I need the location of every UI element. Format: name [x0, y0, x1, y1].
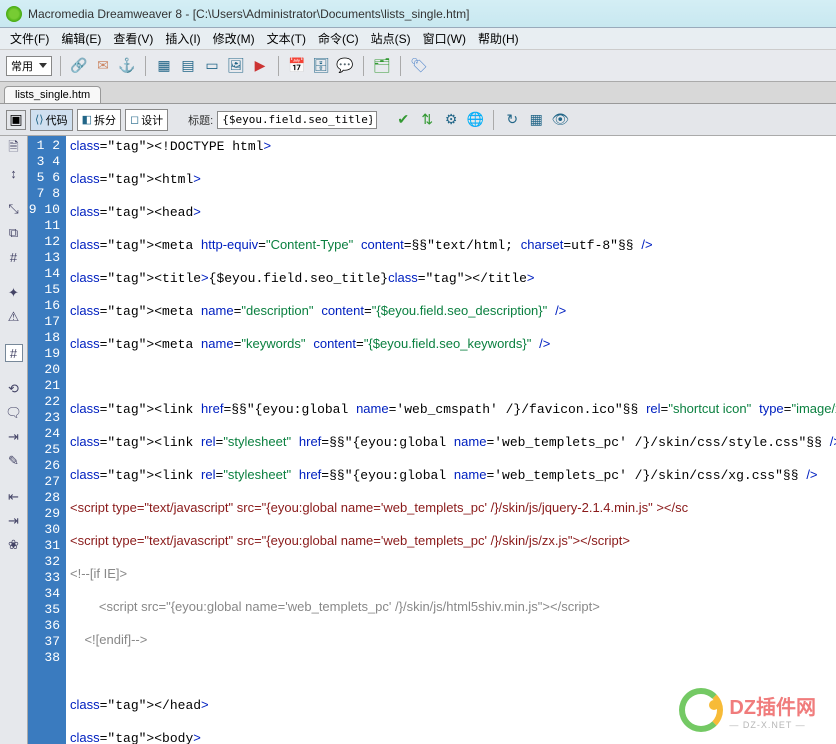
code-editor: 🗎 ↕ ⤡ ⧉ # ✦ ⚠ # ⟲ 🗨 ⇥ ✎ ⇤ ⇥ ❀ 1 2 3 4 5 … [0, 136, 836, 744]
reference-icon[interactable]: ❀ [5, 536, 23, 554]
menu-help[interactable]: 帮助(H) [472, 28, 525, 49]
view-options-icon[interactable]: ▦ [526, 110, 546, 130]
media-icon[interactable]: ▶ [250, 56, 270, 76]
watermark-text: DZ插件网 — DZ-X.NET — [729, 691, 816, 730]
file-management-icon[interactable]: ⇅ [417, 110, 437, 130]
balance-braces-icon[interactable]: ⧉ [5, 224, 23, 242]
separator [145, 56, 146, 76]
menu-modify[interactable]: 修改(M) [207, 28, 261, 49]
insert-toolbar: 常用 🔗 ✉ ⚓ ▦ ▤ ▭ 🖼 ▶ 📅 🗄 💬 🗂 🏷 [0, 50, 836, 82]
wrap-tag-icon[interactable]: ⟲ [5, 380, 23, 398]
separator [363, 56, 364, 76]
menu-site[interactable]: 站点(S) [365, 28, 417, 49]
document-tabbar: lists_single.htm [0, 82, 836, 104]
menu-edit[interactable]: 编辑(E) [55, 28, 107, 49]
design-view-button[interactable]: ◻设计 [125, 109, 168, 131]
select-parent-icon[interactable]: ⤡ [5, 200, 23, 218]
div-icon[interactable]: ▭ [202, 56, 222, 76]
tag-chooser-icon[interactable]: 🏷 [409, 56, 429, 76]
design-view-label: 设计 [141, 112, 163, 128]
format-icon[interactable]: ✎ [5, 452, 23, 470]
highlight-icon[interactable]: ✦ [5, 284, 23, 302]
insert-group-label: 常用 [11, 58, 33, 74]
separator [400, 56, 401, 76]
layout-icon[interactable]: ▤ [178, 56, 198, 76]
open-documents-icon[interactable]: 🗎 [5, 140, 23, 158]
menu-window[interactable]: 窗口(W) [417, 28, 472, 49]
split-view-label: 拆分 [94, 112, 116, 128]
collapse-icon[interactable]: ↕ [5, 164, 23, 182]
expand-icon[interactable]: ▣ [6, 110, 26, 130]
app-icon [6, 6, 22, 22]
comment-icon[interactable]: 💬 [335, 56, 355, 76]
watermark-main: DZ插件网 [729, 691, 816, 720]
menu-view[interactable]: 查看(V) [107, 28, 159, 49]
line-numbers-icon[interactable]: # [5, 248, 23, 266]
menu-insert[interactable]: 插入(I) [159, 28, 206, 49]
window-title: Macromedia Dreamweaver 8 - [C:\Users\Adm… [28, 7, 469, 21]
watermark-sub: — DZ-X.NET — [729, 720, 816, 730]
server-icon[interactable]: 🗄 [311, 56, 331, 76]
page-title-input[interactable] [217, 111, 377, 129]
refresh-icon[interactable]: ↻ [502, 110, 522, 130]
table-icon[interactable]: ▦ [154, 56, 174, 76]
document-toolbar: ▣ ⟨⟩代码 ◧拆分 ◻设计 标题: ✔ ⇅ ⚙ 🌐 ↻ ▦ 👁 [0, 104, 836, 136]
separator [493, 110, 494, 130]
visual-aids-icon[interactable]: 👁 [550, 110, 570, 130]
code-area[interactable]: class="tag"><!DOCTYPE html> class="tag">… [66, 136, 836, 744]
insert-group-dropdown[interactable]: 常用 [6, 56, 52, 76]
split-view-button[interactable]: ◧拆分 [77, 109, 121, 131]
indent-right-icon[interactable]: ⇥ [5, 512, 23, 530]
dropdown-arrow-icon [39, 63, 47, 68]
code-view-button[interactable]: ⟨⟩代码 [30, 109, 73, 131]
code-toolbar: 🗎 ↕ ⤡ ⧉ # ✦ ⚠ # ⟲ 🗨 ⇥ ✎ ⇤ ⇥ ❀ [0, 136, 28, 744]
menu-file[interactable]: 文件(F) [4, 28, 55, 49]
document-tab[interactable]: lists_single.htm [4, 86, 101, 103]
date-icon[interactable]: 📅 [287, 56, 307, 76]
separator [60, 56, 61, 76]
menu-text[interactable]: 文本(T) [261, 28, 312, 49]
template-icon[interactable]: 🗂 [372, 56, 392, 76]
title-label: 标题: [188, 112, 213, 128]
watermark-logo-icon [679, 688, 723, 732]
indent-icon[interactable]: ⇥ [5, 428, 23, 446]
menubar: 文件(F) 编辑(E) 查看(V) 插入(I) 修改(M) 文本(T) 命令(C… [0, 28, 836, 50]
browser-icon[interactable]: 🌐 [465, 110, 485, 130]
preview-icon[interactable]: ⚙ [441, 110, 461, 130]
email-icon[interactable]: ✉ [93, 56, 113, 76]
separator [278, 56, 279, 76]
watermark: DZ插件网 — DZ-X.NET — [679, 688, 816, 732]
menu-command[interactable]: 命令(C) [312, 28, 365, 49]
named-anchor-icon[interactable]: ⚓ [117, 56, 137, 76]
validate-icon[interactable]: ✔ [393, 110, 413, 130]
window-titlebar: Macromedia Dreamweaver 8 - [C:\Users\Adm… [0, 0, 836, 28]
line-number-gutter: 1 2 3 4 5 6 7 8 9 10 11 12 13 14 15 16 1… [28, 136, 66, 744]
apply-comment-icon[interactable]: # [5, 344, 23, 362]
hyperlink-icon[interactable]: 🔗 [69, 56, 89, 76]
syntax-error-icon[interactable]: ⚠ [5, 308, 23, 326]
outdent-icon[interactable]: ⇤ [5, 488, 23, 506]
code-view-label: 代码 [46, 112, 68, 128]
recent-snippets-icon[interactable]: 🗨 [5, 404, 23, 422]
image-icon[interactable]: 🖼 [226, 56, 246, 76]
